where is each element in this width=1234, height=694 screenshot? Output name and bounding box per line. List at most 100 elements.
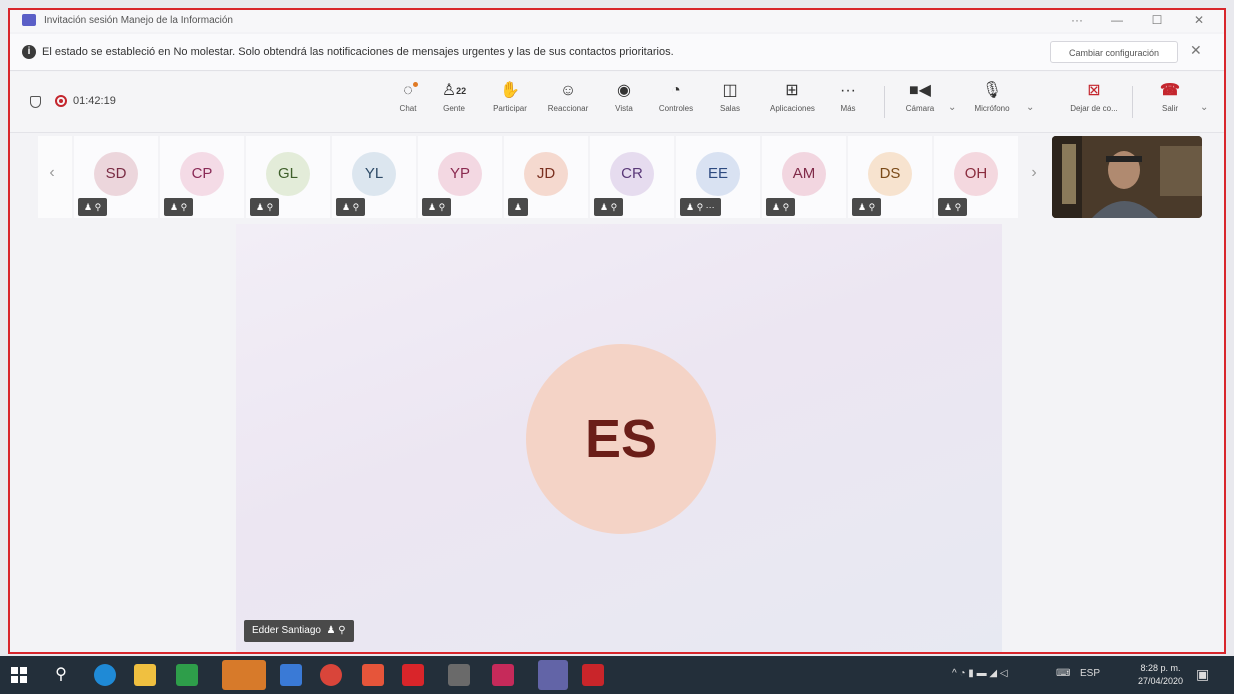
people-button[interactable]: ♙22 Gente bbox=[432, 80, 476, 113]
participant-tile[interactable]: YP ♟ ⚲ bbox=[418, 136, 502, 218]
chat-button[interactable]: ◌ Chat bbox=[386, 80, 430, 113]
apps-button[interactable]: ⊞ Aplicaciones bbox=[770, 80, 815, 113]
notification-banner: i El estado se estableció en No molestar… bbox=[10, 34, 1224, 71]
minimize-button[interactable]: — bbox=[1102, 13, 1132, 27]
raise-hand-button[interactable]: ✋ Participar bbox=[488, 80, 532, 113]
more-window-options-button[interactable]: ··· bbox=[1062, 13, 1092, 27]
chrome-browser-icon[interactable] bbox=[320, 664, 342, 686]
more-button[interactable]: ··· Más bbox=[826, 80, 870, 113]
security-app-icon[interactable] bbox=[492, 664, 514, 686]
notifications-icon[interactable]: ▣ bbox=[1196, 666, 1209, 683]
rooms-button[interactable]: ◫ Salas bbox=[708, 80, 752, 113]
participant-avatar: CR bbox=[610, 152, 654, 196]
active-speaker-avatar: ES bbox=[526, 344, 716, 534]
info-icon: i bbox=[22, 45, 36, 59]
acrobat-app-icon[interactable] bbox=[582, 664, 604, 686]
chat-icon: ◌ bbox=[386, 80, 430, 102]
react-button[interactable]: ☺ Reaccionar bbox=[546, 80, 590, 113]
word-app-icon[interactable] bbox=[280, 664, 302, 686]
maximize-button[interactable]: ☐ bbox=[1142, 13, 1172, 27]
teams-app-icon[interactable] bbox=[538, 660, 568, 690]
leave-button[interactable]: ☎ Salir bbox=[1148, 80, 1192, 113]
active-app-icon[interactable] bbox=[222, 660, 266, 690]
self-video-image bbox=[1052, 136, 1202, 218]
media-app-icon[interactable] bbox=[362, 664, 384, 686]
participant-tile[interactable]: SD ♟ ⚲ bbox=[74, 136, 158, 218]
clock-date: 27/04/2020 bbox=[1138, 676, 1184, 686]
speaker-status-icons: ♟ ⚲ bbox=[323, 625, 346, 636]
mic-options-chevron-icon[interactable]: ⌄ bbox=[1026, 102, 1034, 113]
participant-tile[interactable]: CP ♟ ⚲ bbox=[160, 136, 244, 218]
more-label: Más bbox=[840, 104, 856, 113]
close-banner-button[interactable]: ✕ bbox=[1190, 42, 1202, 59]
participant-avatar: YP bbox=[438, 152, 482, 196]
stop-sharing-button[interactable]: ⊠ Dejar de co... bbox=[1064, 80, 1124, 113]
participant-tile[interactable]: AM ♟ ⚲ bbox=[762, 136, 846, 218]
start-button[interactable] bbox=[10, 666, 28, 684]
active-speaker-name: Edder Santiago bbox=[252, 625, 321, 636]
add-app-icon: ⊞ bbox=[785, 82, 799, 99]
rooms-label: Salas bbox=[719, 104, 740, 113]
controls-button[interactable]: ◔ Controles bbox=[654, 80, 698, 113]
tray-icons[interactable]: ^ ◔ ▮ ▬ ◢ ◁ bbox=[952, 668, 1008, 679]
window-title: Invitación sesión Manejo de la Informaci… bbox=[44, 15, 233, 26]
clock-time: 8:28 p. m. bbox=[1140, 663, 1181, 673]
participant-tile[interactable]: GL ♟ ⚲ bbox=[246, 136, 330, 218]
leave-options-chevron-icon[interactable]: ⌄ bbox=[1200, 102, 1208, 113]
keyboard-icon[interactable]: ⌨ bbox=[1056, 668, 1070, 679]
raise-hand-label: Participar bbox=[493, 104, 527, 113]
participant-tile[interactable]: YL ♟ ⚲ bbox=[332, 136, 416, 218]
recording-icon bbox=[55, 95, 67, 107]
people-count: 22 bbox=[456, 86, 467, 96]
language-indicator[interactable]: ESP bbox=[1080, 668, 1100, 679]
strip-prev-arrow-icon[interactable]: ‹ bbox=[42, 164, 62, 182]
hangup-icon: ☎ bbox=[1160, 82, 1180, 99]
participant-status: ♟ ⚲ bbox=[852, 198, 882, 216]
controls-icon: ◔ bbox=[671, 82, 681, 99]
stop-share-icon: ⊠ bbox=[1087, 82, 1101, 99]
search-icon[interactable]: ⚲ bbox=[50, 664, 72, 686]
mic-button[interactable]: 🎙 Micrófono bbox=[970, 80, 1014, 113]
close-window-button[interactable]: ✕ bbox=[1184, 13, 1214, 27]
windows-taskbar: ⚲ ^ ◔ ▮ ▬ ◢ ◁ ⌨ ESP 8:28 p. m. 27/04/202… bbox=[0, 656, 1234, 694]
camera-button[interactable]: ■◀ Cámara bbox=[898, 80, 942, 113]
participant-status: ♟ ⚲ bbox=[164, 198, 194, 216]
camera-options-chevron-icon[interactable]: ⌄ bbox=[948, 102, 956, 113]
participant-tile[interactable]: EE ♟ ⚲ ··· bbox=[676, 136, 760, 218]
meeting-toolbar: 01:42:19 ◌ Chat ♙22 Gente ✋ Participar ☺… bbox=[10, 72, 1224, 133]
view-button[interactable]: ◉ Vista bbox=[602, 80, 646, 113]
title-bar: Invitación sesión Manejo de la Informaci… bbox=[10, 10, 1224, 32]
participant-tile[interactable]: JD ♟ bbox=[504, 136, 588, 218]
banner-message: El estado se estableció en No molestar. … bbox=[42, 46, 674, 58]
microphone-icon: 🎙 bbox=[981, 82, 1003, 99]
more-icon: ··· bbox=[840, 82, 856, 99]
participant-status: ♟ ⚲ bbox=[422, 198, 452, 216]
participant-tile[interactable]: CR ♟ ⚲ bbox=[590, 136, 674, 218]
utility-app-icon[interactable] bbox=[448, 664, 470, 686]
rooms-icon: ◫ bbox=[722, 82, 738, 99]
self-video-preview bbox=[1052, 136, 1202, 218]
participant-tile[interactable]: OH ♟ ⚲ bbox=[934, 136, 1018, 218]
strip-next-arrow-icon[interactable]: › bbox=[1024, 164, 1044, 182]
participant-status: ♟ ⚲ bbox=[336, 198, 366, 216]
participant-avatar: AM bbox=[782, 152, 826, 196]
participant-avatar: SD bbox=[94, 152, 138, 196]
participant-status: ♟ bbox=[508, 198, 529, 216]
stop-sharing-label: Dejar de co... bbox=[1070, 104, 1118, 113]
video-app-icon[interactable] bbox=[402, 664, 424, 686]
participant-tile[interactable]: DS ♟ ⚲ bbox=[848, 136, 932, 218]
edge-browser-icon[interactable] bbox=[94, 664, 116, 686]
teams-meeting-window: Invitación sesión Manejo de la Informaci… bbox=[8, 8, 1226, 654]
file-explorer-icon[interactable] bbox=[134, 664, 156, 686]
taskbar-clock[interactable]: 8:28 p. m. 27/04/2020 bbox=[1138, 662, 1183, 688]
change-settings-button[interactable]: Cambiar configuración bbox=[1050, 41, 1178, 63]
shield-icon bbox=[30, 96, 41, 108]
react-label: Reaccionar bbox=[547, 104, 589, 113]
controls-label: Controles bbox=[658, 104, 694, 113]
toolbar-divider bbox=[1132, 86, 1133, 118]
store-app-icon[interactable] bbox=[176, 664, 198, 686]
main-video-stage: ES Edder Santiago ♟ ⚲ bbox=[236, 224, 1002, 652]
meeting-timer: 01:42:19 bbox=[73, 95, 116, 107]
participant-status: ♟ ⚲ bbox=[594, 198, 624, 216]
camera-label: Cámara bbox=[905, 104, 935, 113]
